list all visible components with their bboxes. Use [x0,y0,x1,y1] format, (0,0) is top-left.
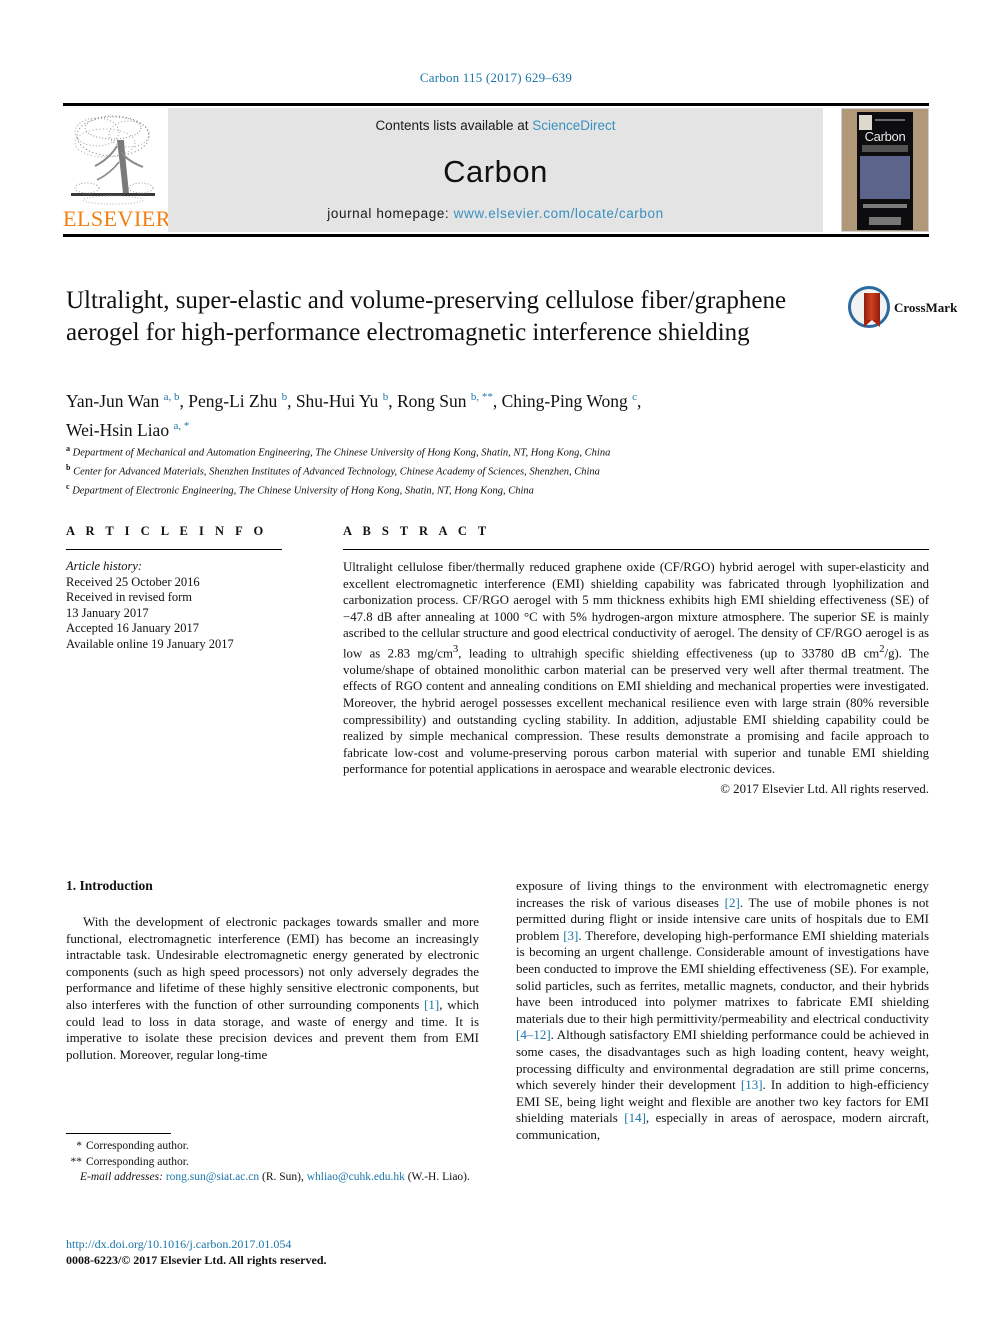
affiliation-text: Center for Advanced Materials, Shenzhen … [73,466,600,478]
body-column-left: 1. Introduction With the development of … [66,878,479,1063]
running-head: Carbon 115 (2017) 629–639 [419,70,573,85]
history-line: 13 January 2017 [66,605,149,620]
banner-bottom-rule [63,234,929,237]
affil-marker: a, * [173,419,190,432]
abstract-rule [343,549,929,550]
article-info-block: A R T I C L E I N F O Article history: R… [66,524,282,652]
citation-ref[interactable]: [4–12] [516,1027,551,1042]
intro-paragraph-right: exposure of living things to the environ… [516,878,930,1142]
history-line: Received in revised form [66,590,192,604]
article-history-label: Article history: [66,559,143,573]
doi-link[interactable]: http://dx.doi.org/10.1016/j.carbon.2017.… [66,1236,496,1252]
crossmark-ribbon-icon [864,293,880,327]
journal-banner: ELSEVIER Contents lists available at Sci… [63,108,929,232]
affiliation-marker: c [66,482,70,491]
homepage-url-link[interactable]: www.elsevier.com/locate/carbon [454,206,664,221]
affiliation-text: Department of Mechanical and Automation … [72,447,611,459]
author-line-2: Wei-Hsin Liao a, * [66,414,856,443]
elsevier-tree-icon [71,115,155,205]
sciencedirect-link[interactable]: ScienceDirect [532,118,615,133]
footnote-block: * Corresponding author. ** Corresponding a… [66,1133,486,1186]
cover-artwork [860,156,910,199]
citation-ref[interactable]: [13] [741,1077,763,1092]
banner-top-rule [63,103,929,106]
article-page: Carbon 115 (2017) 629–639 ELSEVIER Conte… [0,0,992,1323]
cover-journal-name: Carbon [864,129,906,144]
abstract-block: A B S T R A C T Ultralight cellulose fib… [343,524,929,797]
article-info-heading: A R T I C L E I N F O [66,524,268,538]
contents-prefix: Contents lists available at [375,118,533,133]
corresponding-author-2: ** Corresponding author. [66,1155,486,1171]
affiliation-a: a Department of Mechanical and Automatio… [66,442,866,461]
banner-background: Contents lists available at ScienceDirec… [168,108,823,232]
crossmark-badge[interactable]: CrossMark [848,286,957,330]
homepage-label: journal homepage: [327,206,454,221]
author-ching-ping-wong: , Ching-Ping Wong c [492,390,637,411]
citation-ref[interactable]: [2] [725,895,740,910]
author-yan-jun-wan: Yan-Jun Wan a, b [66,390,180,411]
corresponding-author-1: * Corresponding author. [66,1139,486,1155]
footnote-marker: ** [70,1155,83,1168]
author-peng-li-zhu: , Peng-Li Zhu b [179,390,288,411]
article-info-rule [66,549,282,550]
email-link-wei-hsin-liao[interactable]: whliao@cuhk.edu.hk [307,1171,405,1183]
citation-ref[interactable]: [14] [624,1110,646,1125]
history-line: Accepted 16 January 2017 [66,621,199,635]
history-line: Available online 19 January 2017 [66,636,234,651]
email-owner-2: (W.-H. Liao). [407,1171,470,1183]
author-line-1: Yan-Jun Wan a, b, Peng-Li Zhu b, Shu-Hui… [66,385,856,414]
footnote-text: Corresponding author. [86,1140,189,1152]
citation-ref[interactable]: [3] [563,928,578,943]
journal-cover-thumbnail: Carbon [841,108,929,232]
author-rong-sun: , Rong Sun b, ** [388,390,493,411]
abstract-heading: A B S T R A C T [343,524,491,538]
affiliation-text: Department of Electronic Engineering, Th… [72,485,534,497]
email-owner-1: (R. Sun) [262,1171,301,1183]
cover-caption-bar [863,204,907,208]
intro-paragraph-left: With the development of electronic packa… [66,914,479,1062]
contents-available-line: Contents lists available at ScienceDirec… [168,118,823,133]
cover-inner: Carbon [857,112,913,230]
footnote-rule [66,1133,171,1134]
citation-ref[interactable]: [1] [424,997,439,1012]
elsevier-logo: ELSEVIER [63,108,171,232]
doi-block: http://dx.doi.org/10.1016/j.carbon.2017.… [66,1236,496,1268]
affiliation-c: c Department of Electronic Engineering, … [66,480,866,499]
journal-title: Carbon [443,154,548,189]
footnote-text: Corresponding author. [86,1155,189,1168]
affiliation-list: a Department of Mechanical and Automatio… [66,442,866,499]
email-link-rong-sun[interactable]: rong.sun@siat.ac.cn [166,1171,259,1183]
abstract-text: Ultralight cellulose fiber/thermally red… [343,560,929,777]
email-addresses: E-mail addresses: rong.sun@siat.ac.cn (R… [80,1171,470,1183]
abstract-copyright: © 2017 Elsevier Ltd. All rights reserved… [720,781,929,796]
section-heading-introduction: 1. Introduction [66,878,153,893]
affiliation-marker: a [66,444,70,453]
cover-badge-icon [859,115,872,130]
cover-top-rule [875,119,905,121]
cover-subtitle-bar [862,145,908,152]
journal-homepage-line: journal homepage: www.elsevier.com/locat… [168,206,823,221]
issn-copyright-line: 0008-6223/© 2017 Elsevier Ltd. All right… [66,1253,327,1267]
affil-marker: a, b [163,391,180,403]
article-history: Article history: Received 25 October 201… [66,559,282,652]
footnote-marker: * [76,1140,82,1152]
page-title: Ultralight, super-elastic and volume-pre… [66,287,787,346]
author-wei-hsin-liao: Wei-Hsin Liao a, * [66,419,190,440]
email-label: E-mail addresses: [80,1171,163,1183]
history-line: Received 25 October 2016 [66,574,200,589]
affiliation-b: b Center for Advanced Materials, Shenzhe… [66,461,866,480]
body-column-right: exposure of living things to the environ… [516,878,929,1144]
affiliation-marker: b [66,463,71,472]
author-line-comma: , [637,390,642,411]
author-list: Yan-Jun Wan a, b, Peng-Li Zhu b, Shu-Hui… [66,385,856,443]
crossmark-label: CrossMark [894,300,958,315]
elsevier-wordmark: ELSEVIER [63,206,171,231]
author-shu-hui-yu: , Shu-Hui Yu b [287,390,389,411]
affil-marker: b, ** [470,391,493,403]
crossmark-circle-icon [848,286,890,328]
cover-footer-bar [869,217,901,225]
